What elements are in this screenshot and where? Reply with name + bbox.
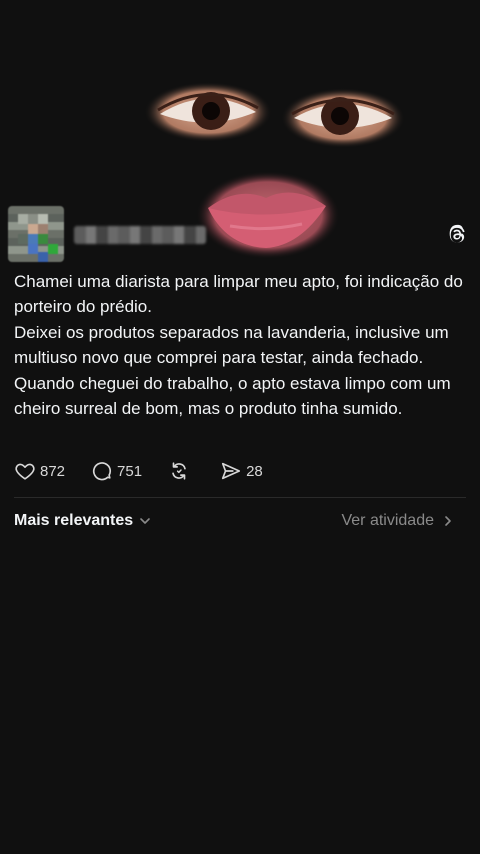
view-activity-link[interactable]: Ver atividade — [341, 512, 454, 530]
comment-bubble-icon — [92, 462, 112, 481]
repost-button[interactable] — [168, 460, 194, 482]
screen: Chamei uma diarista para limpar meu apto… — [0, 0, 480, 854]
post-paragraph: Deixei os produtos separados na lavander… — [14, 323, 449, 367]
right-eye — [281, 88, 405, 148]
divider — [14, 497, 466, 498]
post-text: Chamei uma diarista para limpar meu apto… — [14, 270, 466, 423]
comments-sort-row: Mais relevantes Ver atividade — [14, 512, 454, 534]
share-count: 28 — [246, 462, 263, 480]
like-count: 872 — [40, 462, 66, 480]
heart-icon — [15, 463, 35, 480]
sort-label: Mais relevantes — [14, 512, 134, 529]
activity-label: Ver atividade — [341, 512, 434, 529]
share-button[interactable]: 28 — [220, 460, 263, 482]
comment-button[interactable]: 751 — [91, 460, 142, 482]
post-paragraph: Quando cheguei do trabalho, o apto estav… — [14, 374, 451, 418]
like-button[interactable]: 872 — [14, 460, 65, 482]
repost-icon — [172, 462, 186, 480]
chevron-down-icon — [140, 518, 150, 524]
chevron-right-icon — [445, 516, 451, 526]
sort-dropdown[interactable]: Mais relevantes — [14, 512, 152, 530]
avatar[interactable] — [8, 206, 64, 262]
threads-logo-icon[interactable] — [446, 224, 468, 246]
post-header — [8, 206, 472, 262]
left-eye — [144, 82, 272, 142]
comment-count: 751 — [117, 462, 143, 480]
post-paragraph: Chamei uma diarista para limpar meu apto… — [14, 272, 463, 316]
send-icon — [221, 462, 241, 480]
post-actions: 872 751 28 — [14, 458, 289, 484]
username-blurred[interactable] — [74, 226, 206, 244]
